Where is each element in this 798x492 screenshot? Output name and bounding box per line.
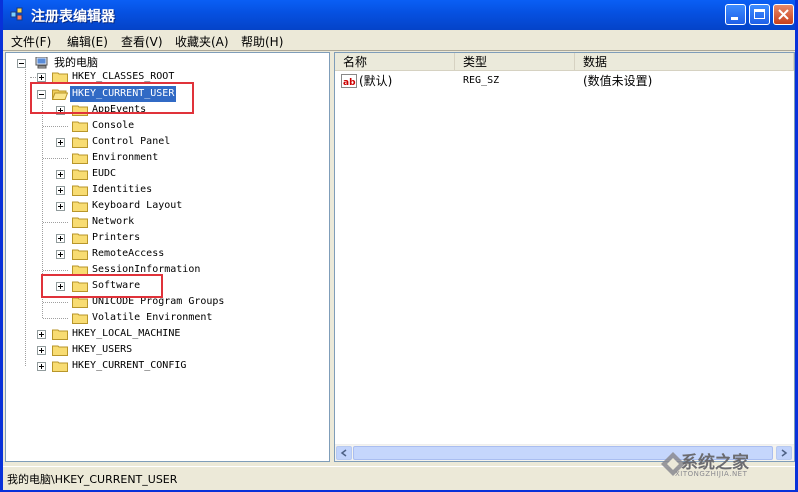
regedit-app-icon: [10, 7, 23, 21]
menu-divider: [3, 50, 795, 51]
tree-line: [25, 69, 26, 366]
expand-icon[interactable]: [56, 234, 65, 243]
menu-help[interactable]: 帮助(H): [241, 33, 283, 50]
expand-icon[interactable]: [37, 330, 46, 339]
value-type: REG_SZ: [463, 75, 500, 86]
folder-icon: [72, 121, 88, 132]
registry-editor-window: 注册表编辑器 文件(F) 编辑(E) 查看(V) 收藏夹(A) 帮助(H) 我的…: [0, 0, 798, 492]
values-list-pane[interactable]: 名称 类型 数据 ab (默认) REG_SZ (数值未设置): [334, 52, 795, 462]
tree-label: EUDC: [92, 168, 117, 179]
tree-label: Printers: [92, 232, 141, 243]
menu-favorites[interactable]: 收藏夹(A): [175, 33, 229, 50]
scroll-left-button[interactable]: [336, 446, 352, 460]
svg-text:ab: ab: [343, 78, 356, 88]
tree-label: RemoteAccess: [92, 248, 165, 259]
tree-label: Network: [92, 216, 135, 227]
column-header-type[interactable]: 类型: [455, 53, 575, 71]
expand-icon[interactable]: [56, 138, 65, 147]
title-bar[interactable]: 注册表编辑器: [3, 0, 795, 30]
folder-icon: [72, 313, 88, 324]
minimize-button[interactable]: [725, 4, 746, 25]
column-header-data[interactable]: 数据: [575, 53, 794, 71]
tree-label: HKEY_CURRENT_CONFIG: [72, 360, 187, 371]
tree-label: Console: [92, 120, 135, 131]
expand-icon[interactable]: [37, 346, 46, 355]
tree-line: [43, 270, 68, 271]
tree-label: Keyboard Layout: [92, 200, 183, 211]
menu-bar: 文件(F) 编辑(E) 查看(V) 收藏夹(A) 帮助(H): [3, 30, 795, 50]
key-tree-pane[interactable]: 我的电脑 HKEY_CLASSES_ROOT HKEY_CURRENT_USER…: [5, 52, 330, 462]
column-header-name[interactable]: 名称: [335, 53, 455, 71]
tree-line: [43, 318, 68, 319]
folder-icon: [72, 169, 88, 180]
arrow-left-icon: [340, 449, 347, 457]
maximize-button[interactable]: [749, 4, 770, 25]
tree-line: [43, 222, 68, 223]
window-title: 注册表编辑器: [31, 9, 115, 25]
close-icon: [778, 9, 789, 20]
computer-icon: [35, 57, 48, 69]
folder-icon: [72, 217, 88, 228]
expand-icon[interactable]: [37, 73, 46, 82]
menu-file[interactable]: 文件(F): [11, 33, 51, 50]
close-button[interactable]: [773, 4, 794, 25]
value-data: (数值未设置): [583, 74, 653, 88]
status-path: 我的电脑\HKEY_CURRENT_USER: [7, 473, 178, 486]
tree-label: Volatile Environment: [92, 312, 213, 323]
tree-label: HKEY_USERS: [72, 344, 133, 355]
tree-line: [43, 302, 68, 303]
expand-icon[interactable]: [56, 202, 65, 211]
highlight-box-software: [41, 274, 163, 298]
watermark-subtext: XITONGZHIJIA.NET: [675, 470, 748, 478]
expand-icon[interactable]: [56, 250, 65, 259]
expand-icon[interactable]: [56, 186, 65, 195]
expand-icon[interactable]: [56, 170, 65, 179]
tree-line: [43, 158, 68, 159]
tree-label: Environment: [92, 152, 159, 163]
highlight-box-hkcu: [30, 82, 194, 114]
folder-icon: [52, 329, 68, 340]
minimize-icon: [731, 17, 738, 20]
folder-icon: [72, 233, 88, 244]
folder-icon: [72, 137, 88, 148]
tree-label: Identities: [92, 184, 153, 195]
folder-icon: [72, 201, 88, 212]
ab-string-icon: ab: [341, 74, 357, 88]
collapse-icon[interactable]: [17, 59, 26, 68]
maximize-icon: [754, 9, 765, 19]
folder-icon: [72, 153, 88, 164]
folder-icon: [72, 249, 88, 260]
tree-label: HKEY_LOCAL_MACHINE: [72, 328, 181, 339]
value-name: (默认): [359, 74, 393, 88]
menu-view[interactable]: 查看(V): [121, 33, 163, 50]
tree-line: [43, 126, 68, 127]
expand-icon[interactable]: [37, 362, 46, 371]
tree-label: Control Panel: [92, 136, 171, 147]
menu-edit[interactable]: 编辑(E): [67, 33, 108, 50]
folder-icon: [72, 185, 88, 196]
folder-icon: [52, 345, 68, 356]
folder-icon: [52, 361, 68, 372]
